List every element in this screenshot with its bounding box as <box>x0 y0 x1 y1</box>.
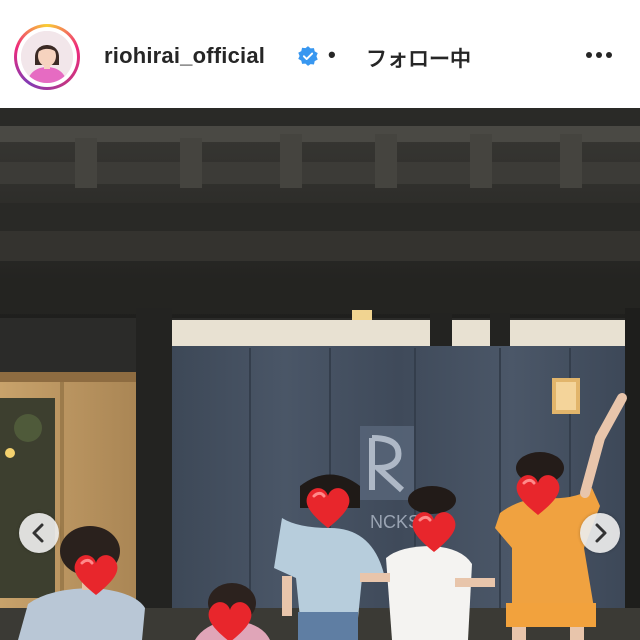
verified-badge-icon <box>298 46 318 66</box>
carousel-prev-button[interactable] <box>19 513 59 553</box>
header-separator: • <box>328 42 336 67</box>
post-header: riohirai_official • フォロー中 <box>0 0 640 108</box>
chevron-left-icon <box>32 523 44 543</box>
carousel-next-button[interactable] <box>580 513 620 553</box>
more-options-icon[interactable] <box>583 40 615 70</box>
curtain-sign-text: NCKS <box>370 512 420 532</box>
following-button[interactable]: フォロー中 <box>366 43 471 73</box>
story-ring[interactable] <box>14 24 80 90</box>
profile-avatar[interactable] <box>21 31 73 83</box>
chevron-right-icon <box>595 523 607 543</box>
username-link[interactable]: riohirai_official <box>104 43 265 69</box>
post-photo[interactable]: NCKS <box>0 108 640 640</box>
